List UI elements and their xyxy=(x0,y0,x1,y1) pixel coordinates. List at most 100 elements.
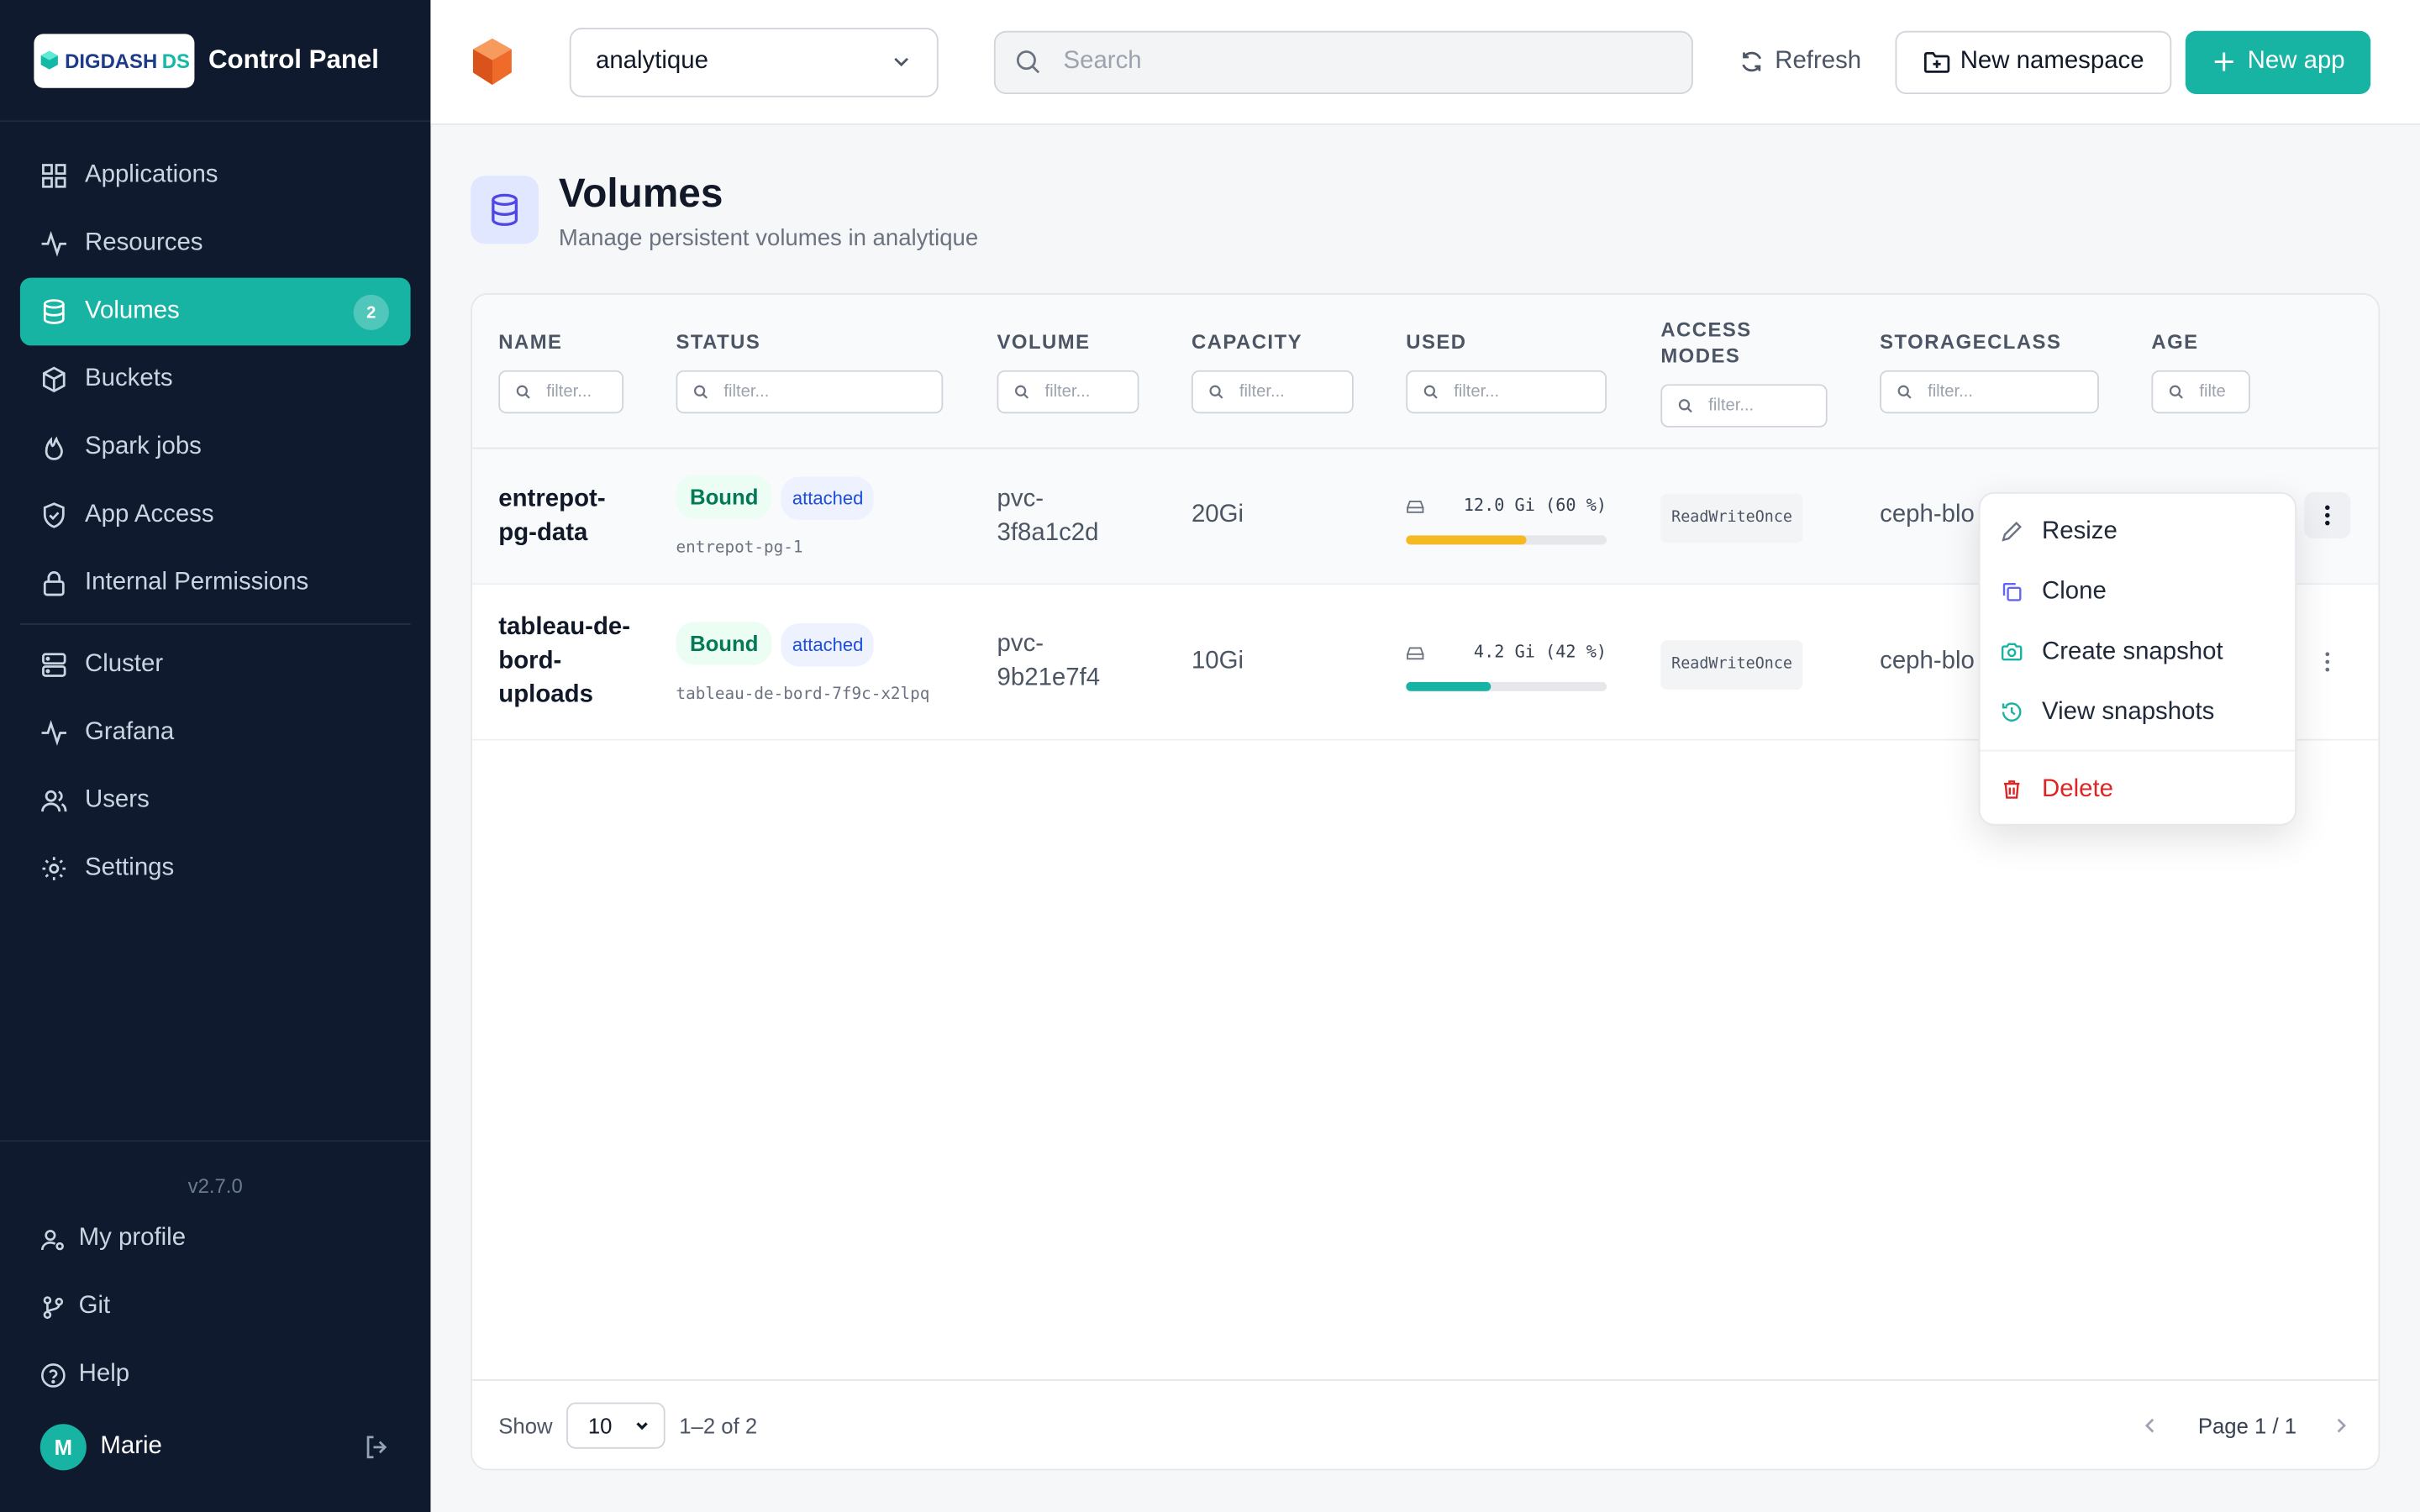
logo-cube-icon xyxy=(40,50,58,70)
used-filter-input[interactable]: filter... xyxy=(1406,370,1607,414)
capacity-filter-input[interactable]: filter... xyxy=(1191,370,1354,414)
storageclass-filter-input[interactable]: filter... xyxy=(1880,370,2099,414)
column-header-status[interactable]: STATUS xyxy=(676,330,760,354)
column-header-used[interactable]: USED xyxy=(1406,330,1466,354)
refresh-button[interactable]: Refresh xyxy=(1739,30,1861,93)
filter-placeholder: filter... xyxy=(1044,382,1091,402)
page-size-select[interactable]: 10 xyxy=(566,1401,666,1448)
git-label: Git xyxy=(78,1293,111,1320)
name-filter-input[interactable]: filter... xyxy=(498,370,624,414)
pencil-icon xyxy=(2002,521,2022,542)
volume-name[interactable]: tableau-de-bord-uploads xyxy=(498,611,637,712)
more-vertical-icon xyxy=(2325,652,2330,672)
status-filter-input[interactable]: filter... xyxy=(676,370,944,414)
used-cell: 4.2 Gi (42 %) xyxy=(1406,636,1607,691)
column-header-name[interactable]: NAME xyxy=(498,330,562,354)
volume-name[interactable]: entrepot-pg-data xyxy=(498,483,637,551)
sidebar-item-label: Resources xyxy=(85,229,203,256)
age-filter-input[interactable]: filte xyxy=(2151,370,2250,414)
chevron-right-icon[interactable] xyxy=(2330,1414,2352,1436)
menu-divider xyxy=(1980,749,2296,752)
access-mode-cell: ReadWriteOnce xyxy=(1660,640,1803,690)
menu-item-create-snapshot[interactable]: Create snapshot xyxy=(1981,622,2296,682)
sidebar-item-grafana[interactable]: Grafana xyxy=(20,699,411,767)
used-value: 4.2 Gi (42 %) xyxy=(1473,642,1607,662)
more-vertical-icon xyxy=(2325,505,2330,526)
sidebar-item-label: Buckets xyxy=(85,365,173,392)
git-link[interactable]: Git xyxy=(0,1273,430,1341)
menu-item-delete[interactable]: Delete xyxy=(1981,759,2296,820)
trash-icon xyxy=(2004,780,2020,799)
my-profile-label: My profile xyxy=(78,1225,187,1252)
main-content: analytique Search Refresh New namespace … xyxy=(430,0,2420,1512)
search-placeholder: Search xyxy=(1063,47,1142,75)
help-link[interactable]: Help xyxy=(0,1341,430,1409)
search-icon xyxy=(1209,385,1223,399)
sidebar-item-buckets[interactable]: Buckets xyxy=(20,345,411,413)
current-user[interactable]: M Marie xyxy=(0,1409,430,1486)
menu-item-resize[interactable]: Resize xyxy=(1981,501,2296,562)
activity-icon xyxy=(41,230,66,257)
sidebar-item-resources[interactable]: Resources xyxy=(20,210,411,278)
sidebar: DIGDASH DS Control Panel Applications Re… xyxy=(0,0,431,1512)
sidebar-item-settings[interactable]: Settings xyxy=(20,835,411,903)
column-header-access-modes[interactable]: ACCESS MODES xyxy=(1660,317,1769,369)
sidebar-item-volumes[interactable]: Volumes 2 xyxy=(19,277,411,346)
volume-name-text: tableau-de-bord-uploads xyxy=(498,614,631,709)
volume-filter-input[interactable]: filter... xyxy=(997,370,1139,414)
server-icon xyxy=(42,653,66,677)
sidebar-item-internal-permissions[interactable]: Internal Permissions xyxy=(20,549,411,617)
column-header-capacity[interactable]: CAPACITY xyxy=(1192,330,1302,354)
menu-item-view-snapshots[interactable]: View snapshots xyxy=(1981,682,2296,743)
sidebar-item-spark-jobs[interactable]: Spark jobs xyxy=(20,413,411,481)
folder-plus-icon xyxy=(1924,51,1950,73)
sidebar-item-app-access[interactable]: App Access xyxy=(20,481,411,549)
sidebar-item-label: Settings xyxy=(85,854,175,881)
sidebar-item-label: Spark jobs xyxy=(85,433,202,460)
sidebar-divider xyxy=(19,623,411,625)
menu-item-clone[interactable]: Clone xyxy=(1981,562,2296,622)
column-header-age[interactable]: AGE xyxy=(2151,330,2198,354)
capacity-value: 20Gi xyxy=(1191,501,1244,528)
chevron-left-icon[interactable] xyxy=(2139,1414,2161,1436)
row-actions-button[interactable] xyxy=(2304,638,2350,685)
row-actions-button[interactable] xyxy=(2304,491,2351,539)
page-indicator: Page 1 / 1 xyxy=(2197,1412,2297,1437)
column-header-storageclass[interactable]: STORAGECLASS xyxy=(1880,330,2061,354)
new-app-button[interactable]: New app xyxy=(2186,29,2371,94)
hard-drive-icon xyxy=(1406,647,1424,660)
sidebar-item-label: Volumes xyxy=(85,297,180,324)
digdash-logo[interactable]: DIGDASH DS xyxy=(34,33,195,87)
my-profile-link[interactable]: My profile xyxy=(0,1205,430,1273)
history-icon xyxy=(2002,702,2022,722)
help-circle-icon xyxy=(41,1362,66,1387)
help-label: Help xyxy=(78,1361,130,1388)
used-value: 12.0 Gi (60 %) xyxy=(1463,495,1607,516)
version-label: v2.7.0 xyxy=(187,1173,243,1198)
table-header: NAME STATUS VOLUME CAPACITY USED ACCESS … xyxy=(472,294,2379,449)
table-footer: Show 10 1–2 of 2 Page 1 / 1 xyxy=(472,1379,2379,1469)
chevron-down-icon xyxy=(636,1421,648,1430)
column-header-volume[interactable]: VOLUME xyxy=(997,330,1091,354)
logout-icon[interactable] xyxy=(363,1433,391,1461)
new-namespace-button[interactable]: New namespace xyxy=(1895,29,2172,94)
filter-placeholder: filter... xyxy=(1454,382,1500,402)
git-branch-icon xyxy=(43,1295,64,1319)
search-input[interactable]: Search xyxy=(993,29,1693,94)
sidebar-item-applications[interactable]: Applications xyxy=(20,142,411,210)
used-cell: 12.0 Gi (60 %) xyxy=(1406,489,1607,545)
namespace-select[interactable]: analytique xyxy=(569,27,939,97)
grid-icon xyxy=(42,164,66,188)
new-app-label: New app xyxy=(2247,47,2345,75)
sidebar-item-cluster[interactable]: Cluster xyxy=(20,631,411,699)
status-cell: Bound attached tableau-de-bord-7f9c-x2lpq xyxy=(676,622,929,711)
volumes-count-badge: 2 xyxy=(353,294,389,331)
volume-id: pvc-9b21e7f4 xyxy=(997,631,1101,691)
users-icon xyxy=(41,790,67,812)
row-range: 1–2 of 2 xyxy=(679,1412,758,1437)
gear-icon xyxy=(42,857,66,880)
sidebar-item-label: Users xyxy=(85,786,150,813)
pagination: Page 1 / 1 xyxy=(2139,1413,2352,1437)
access-modes-filter-input[interactable]: filter... xyxy=(1660,384,1828,428)
sidebar-item-users[interactable]: Users xyxy=(20,767,411,835)
